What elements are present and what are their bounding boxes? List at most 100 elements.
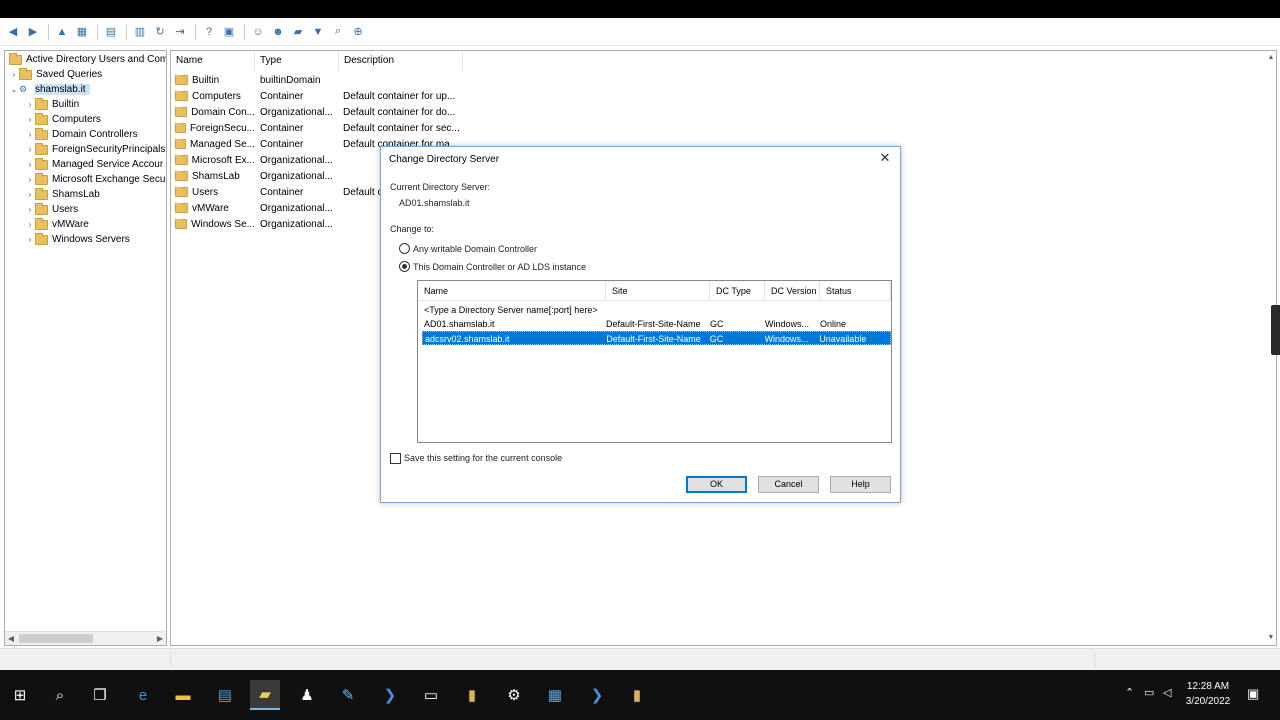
toolbar-separator bbox=[97, 23, 98, 40]
forward-arrow-icon[interactable]: ▶ bbox=[24, 23, 42, 41]
file-explorer-icon[interactable]: ▬ bbox=[168, 680, 198, 710]
collapse-arrow-icon[interactable]: ⌄ bbox=[9, 85, 19, 94]
column-header-type[interactable]: Type bbox=[255, 51, 339, 71]
expand-arrow-icon[interactable]: › bbox=[9, 70, 19, 79]
tree-item-microsoft-exchange[interactable]: › Microsoft Exchange Secu bbox=[25, 172, 165, 187]
tree-item-foreign-security-principals[interactable]: › ForeignSecurityPrincipals bbox=[25, 142, 165, 157]
tree-item-computers[interactable]: › Computers bbox=[25, 112, 101, 127]
tree-item-root[interactable]: Active Directory Users and Com bbox=[9, 52, 166, 67]
expand-arrow-icon[interactable]: › bbox=[25, 190, 35, 199]
scroll-left-icon[interactable]: ◀ bbox=[5, 632, 17, 645]
new-ou-icon[interactable]: ▰ bbox=[289, 23, 307, 41]
new-user-icon[interactable]: ☺ bbox=[249, 23, 267, 41]
show-console-tree-icon[interactable]: ▦ bbox=[73, 23, 91, 41]
tree-item-managed-service-accounts[interactable]: › Managed Service Accour bbox=[25, 157, 163, 172]
table-row-selected[interactable]: adcsrv02.shamslab.it Default-First-Site-… bbox=[422, 331, 891, 345]
expand-arrow-icon[interactable]: › bbox=[25, 220, 35, 229]
tree-horizontal-scrollbar[interactable]: ◀ ▶ bbox=[5, 631, 166, 645]
server-name-placeholder[interactable]: <Type a Directory Server name[:port] her… bbox=[422, 303, 722, 317]
save-setting-checkbox[interactable] bbox=[390, 453, 401, 464]
search-icon[interactable]: ⌕ bbox=[45, 680, 75, 710]
expand-arrow-icon[interactable]: › bbox=[25, 115, 35, 124]
column-header-site[interactable]: Site bbox=[606, 281, 710, 301]
internet-explorer-icon[interactable]: e bbox=[128, 680, 158, 710]
list-item[interactable]: ForeignSecu... Container Default contain… bbox=[171, 120, 469, 136]
expand-arrow-icon[interactable]: › bbox=[25, 235, 35, 244]
tree-item-builtin[interactable]: › Builtin bbox=[25, 97, 79, 112]
expand-arrow-icon[interactable]: › bbox=[25, 205, 35, 214]
list-item-name: Microsoft Ex... bbox=[191, 154, 255, 166]
tree-item-vmware[interactable]: › vMWare bbox=[25, 217, 89, 232]
column-header-description[interactable]: Description bbox=[339, 51, 463, 71]
command-prompt-icon[interactable]: ▭ bbox=[416, 680, 446, 710]
chevron-up-icon[interactable]: ⌃ bbox=[1125, 686, 1134, 699]
close-icon[interactable]: ✕ bbox=[878, 151, 892, 165]
powershell-icon[interactable]: ❯ bbox=[375, 680, 405, 710]
save-setting-label[interactable]: Save this setting for the current consol… bbox=[404, 453, 562, 463]
list-item[interactable]: Domain Con... Organizational... Default … bbox=[171, 104, 469, 120]
app-icon[interactable]: ▮ bbox=[457, 680, 487, 710]
table-row[interactable]: AD01.shamslab.it Default-First-Site-Name… bbox=[422, 317, 891, 331]
expand-arrow-icon[interactable]: › bbox=[25, 130, 35, 139]
column-header-name[interactable]: Name bbox=[418, 281, 606, 301]
this-dc-radio[interactable] bbox=[399, 261, 410, 272]
properties-icon[interactable]: ▥ bbox=[131, 23, 149, 41]
find-icon[interactable]: ⌕ bbox=[329, 23, 347, 41]
mmc-toolbar: ◀ ▶ ▲ ▦ ▤ ▥ ↻ ⇥ ? ▣ ☺ ☻ ▰ ▼ ⌕ ⊕ bbox=[0, 18, 1280, 46]
network-icon[interactable]: ▭ bbox=[1144, 686, 1154, 699]
tree-item-shamslab[interactable]: › ShamsLab bbox=[25, 187, 100, 202]
this-dc-label[interactable]: This Domain Controller or AD LDS instanc… bbox=[413, 262, 586, 272]
settings-gear-icon[interactable]: ⚙ bbox=[499, 680, 529, 710]
any-writable-dc-radio[interactable] bbox=[399, 243, 410, 254]
any-writable-dc-label[interactable]: Any writable Domain Controller bbox=[413, 244, 537, 254]
scroll-up-icon[interactable]: ▲ bbox=[1266, 51, 1276, 65]
list-item[interactable]: Computers Container Default container fo… bbox=[171, 88, 469, 104]
add-to-group-icon[interactable]: ⊕ bbox=[349, 23, 367, 41]
server-name-entry-row[interactable]: <Type a Directory Server name[:port] her… bbox=[422, 303, 891, 317]
export-list-icon[interactable]: ⇥ bbox=[171, 23, 189, 41]
scrollbar-thumb[interactable] bbox=[19, 634, 93, 643]
volume-icon[interactable]: ◁ bbox=[1163, 686, 1171, 699]
scroll-right-icon[interactable]: ▶ bbox=[154, 632, 166, 645]
tree-item-domain-controllers[interactable]: › Domain Controllers bbox=[25, 127, 138, 142]
expand-arrow-icon[interactable]: › bbox=[25, 175, 35, 184]
powershell-icon[interactable]: ❯ bbox=[582, 680, 612, 710]
tree-item-saved-queries[interactable]: › Saved Queries bbox=[9, 67, 102, 82]
network-app-icon[interactable]: ▦ bbox=[540, 680, 570, 710]
back-arrow-icon[interactable]: ◀ bbox=[4, 23, 22, 41]
expand-arrow-icon[interactable]: › bbox=[25, 160, 35, 169]
directory-server-list[interactable]: Name Site DC Type DC Version Status <Typ… bbox=[417, 280, 892, 443]
tree-item-users[interactable]: › Users bbox=[25, 202, 78, 217]
notepad-icon[interactable]: ✎ bbox=[333, 680, 363, 710]
help-icon[interactable]: ? bbox=[200, 23, 218, 41]
filter-icon[interactable]: ▼ bbox=[309, 23, 327, 41]
show-action-pane-icon[interactable]: ▣ bbox=[220, 23, 238, 41]
column-header-status[interactable]: Status bbox=[820, 281, 891, 301]
column-header-name[interactable]: Name bbox=[171, 51, 255, 71]
tree-item-windows-servers[interactable]: › Windows Servers bbox=[25, 232, 130, 247]
column-header-dc-version[interactable]: DC Version bbox=[765, 281, 820, 301]
refresh-icon[interactable]: ↻ bbox=[151, 23, 169, 41]
scroll-down-icon[interactable]: ▼ bbox=[1266, 631, 1276, 645]
user-tool-icon[interactable]: ♟ bbox=[292, 680, 322, 710]
server-manager-icon[interactable]: ▤ bbox=[210, 680, 240, 710]
column-header-dc-type[interactable]: DC Type bbox=[710, 281, 765, 301]
start-windows-icon[interactable]: ⊞ bbox=[5, 680, 35, 710]
list-item[interactable]: Builtin builtinDomain bbox=[171, 72, 469, 88]
expand-arrow-icon[interactable]: › bbox=[25, 145, 35, 154]
task-view-icon[interactable]: ❐ bbox=[85, 680, 115, 710]
up-folder-icon[interactable]: ▲ bbox=[53, 23, 71, 41]
side-toolbar-tab[interactable] bbox=[1271, 305, 1280, 355]
cancel-button[interactable]: Cancel bbox=[758, 476, 819, 493]
clipboard-icon[interactable]: ▤ bbox=[102, 23, 120, 41]
active-directory-users-computers-icon[interactable]: ▰ bbox=[250, 680, 280, 710]
new-group-icon[interactable]: ☻ bbox=[269, 23, 287, 41]
expand-arrow-icon[interactable]: › bbox=[25, 100, 35, 109]
tree-item-label: Domain Controllers bbox=[52, 129, 138, 140]
taskbar-clock[interactable]: 12:28 AM 3/20/2022 bbox=[1178, 679, 1238, 709]
help-button[interactable]: Help bbox=[830, 476, 891, 493]
app-icon[interactable]: ▮ bbox=[622, 680, 652, 710]
ok-button[interactable]: OK bbox=[686, 476, 747, 493]
notifications-icon[interactable]: ▣ bbox=[1247, 686, 1259, 702]
tree-item-domain[interactable]: ⌄ ⚙ shamslab.it bbox=[9, 82, 90, 97]
